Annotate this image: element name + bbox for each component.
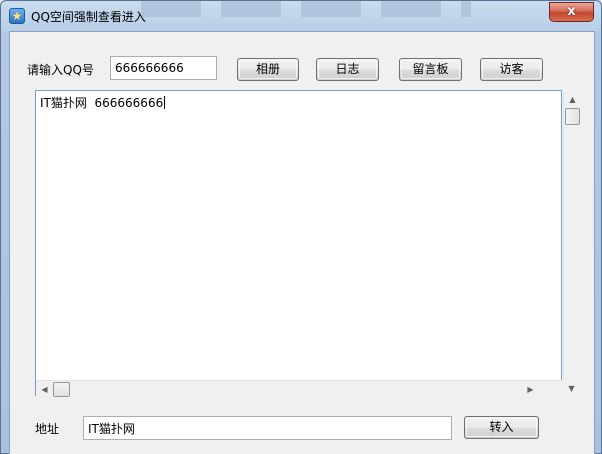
scroll-left-icon[interactable]: ◀ <box>36 381 53 398</box>
scroll-right-icon[interactable]: ▶ <box>522 381 539 398</box>
qq-number-input[interactable] <box>110 56 217 80</box>
memo-content: IT猫扑网 666666666 <box>40 96 164 110</box>
horizontal-scroll-thumb[interactable] <box>53 382 70 397</box>
address-label: 地址 <box>35 422 60 436</box>
memo-text[interactable]: IT猫扑网 666666666 <box>40 94 166 111</box>
vertical-scroll-thumb[interactable] <box>565 108 580 125</box>
app-window: ★ QQ空间强制查看进入 x 请输入QQ号 相册 日志 留言板 访客 IT猫扑网… <box>0 0 602 454</box>
vertical-scrollbar[interactable]: ▲ <box>563 91 580 380</box>
scroll-up-icon[interactable]: ▲ <box>564 91 581 108</box>
star-app-icon[interactable]: ★ <box>9 8 25 24</box>
address-input[interactable] <box>83 416 452 440</box>
text-caret <box>164 96 166 109</box>
client-area: 请输入QQ号 相册 日志 留言板 访客 IT猫扑网 666666666 ▲ ◀ <box>9 31 595 454</box>
scroll-down-icon[interactable]: ▼ <box>563 380 580 397</box>
window-title: QQ空间强制查看进入 <box>31 10 146 24</box>
visitors-button[interactable]: 访客 <box>480 58 543 81</box>
close-icon: x <box>567 4 576 19</box>
diary-button[interactable]: 日志 <box>316 58 379 81</box>
album-button[interactable]: 相册 <box>237 58 299 81</box>
scrollbar-corner: ▼ <box>563 380 580 397</box>
guestbook-button[interactable]: 留言板 <box>399 58 462 81</box>
result-memo[interactable]: IT猫扑网 666666666 ▲ ◀ ▶ ▼ <box>35 90 580 397</box>
horizontal-scrollbar[interactable]: ◀ ▶ <box>36 380 563 397</box>
close-button[interactable]: x <box>549 2 594 22</box>
title-bar[interactable]: ★ QQ空间强制查看进入 x <box>1 1 601 31</box>
qq-label: 请输入QQ号 <box>27 63 94 77</box>
go-button[interactable]: 转入 <box>464 416 539 439</box>
title-bar-background <box>141 1 471 17</box>
